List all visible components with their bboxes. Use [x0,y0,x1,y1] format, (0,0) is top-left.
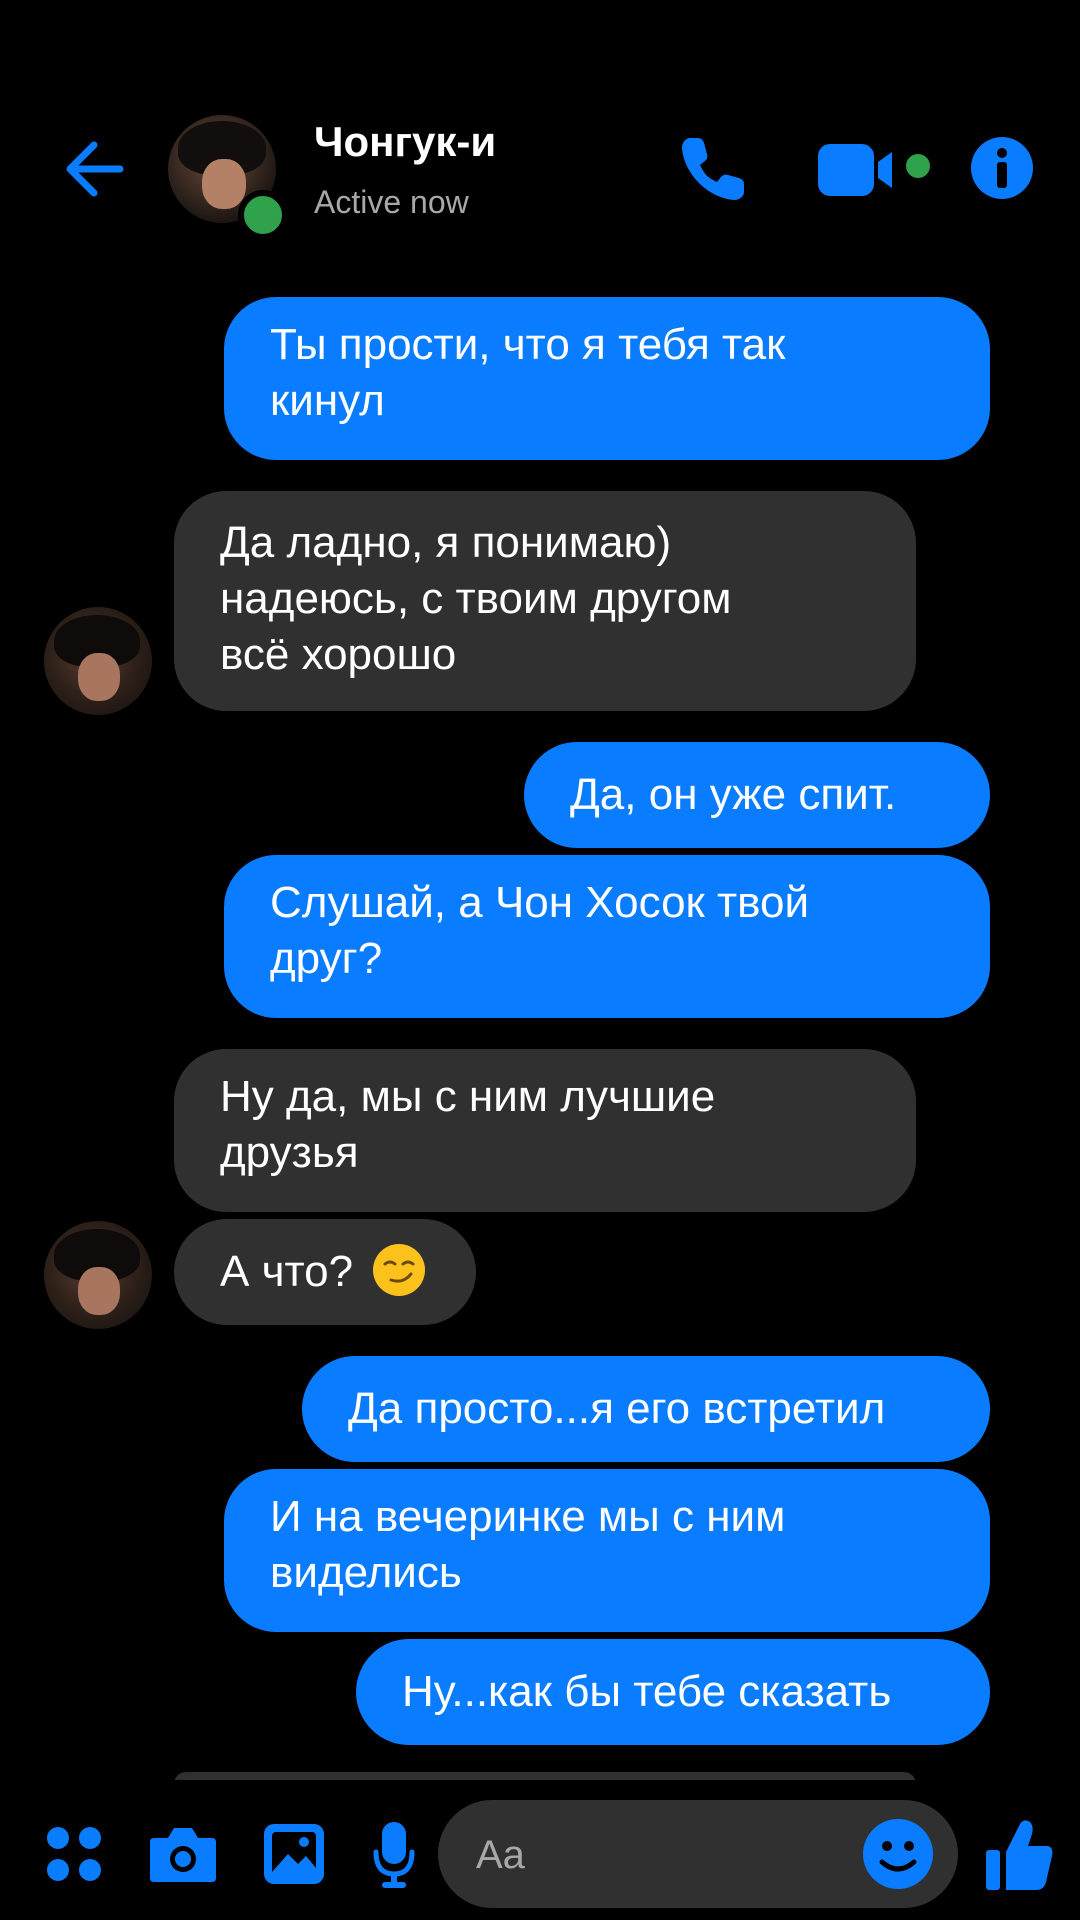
message-line: Да ладно, я понимаю) [220,518,672,567]
smirking-face-icon [373,1244,426,1297]
message-bubble-incoming[interactable]: Да ладно, я понимаю) надеюсь, с твоим др… [174,491,916,711]
emoji-icon[interactable] [862,1818,934,1890]
message-bubble-outgoing[interactable]: Ну...как бы тебе сказать [356,1639,990,1745]
message-line: Да просто...я его встретил [348,1384,886,1433]
message-line: И на вечеринке мы с ним [270,1492,786,1541]
camera-icon[interactable] [148,1824,218,1884]
message-input-container[interactable] [438,1800,958,1910]
message-line: Да, он уже спит. [570,770,897,819]
phone-icon[interactable] [676,130,752,206]
thumbs-up-icon[interactable] [984,1818,1054,1892]
message-line: виделись [270,1548,462,1597]
message-line: всё хорошо [220,630,457,679]
message-line: надеюсь, с твоим другом [220,574,732,623]
message-line: Слушай, а Чон Хосок твой [270,878,810,927]
back-arrow-icon[interactable] [60,135,128,203]
message-bubble-outgoing[interactable]: Да, он уже спит. [524,742,990,848]
message-bubble-outgoing[interactable]: Ты прости, что я тебя так кинул [224,297,990,460]
chat-header: Чонгук-и Active now [0,0,1080,270]
microphone-icon[interactable] [372,1820,416,1890]
message-text: А что? [220,1247,354,1296]
message-line: друг? [270,934,383,983]
contact-name[interactable]: Чонгук-и [314,118,496,166]
apps-menu-icon[interactable] [44,1824,104,1884]
sender-avatar[interactable] [44,1221,152,1329]
message-bubble-incoming[interactable]: А что? [174,1219,476,1325]
info-icon[interactable] [970,136,1034,200]
message-bubble-outgoing[interactable]: И на вечеринке мы с ним виделись [224,1469,990,1632]
online-status-indicator [238,190,288,240]
message-bubble-outgoing[interactable]: Да просто...я его встретил [302,1356,990,1462]
message-bubble-outgoing[interactable]: Слушай, а Чон Хосок твой друг? [224,855,990,1018]
contact-status: Active now [314,184,469,220]
sender-avatar[interactable] [44,607,152,715]
message-line: кинул [270,376,385,425]
gallery-icon[interactable] [262,1822,326,1886]
video-camera-icon[interactable] [816,140,936,200]
message-input[interactable] [474,1800,858,1910]
message-line: Ну...как бы тебе сказать [402,1667,892,1716]
message-bubble-incoming[interactable]: Ну да, мы с ним лучшие друзья [174,1049,916,1212]
message-line: друзья [220,1128,359,1177]
message-line: Ну да, мы с ним лучшие [220,1072,716,1121]
message-line: Ты прости, что я тебя так [270,320,786,369]
